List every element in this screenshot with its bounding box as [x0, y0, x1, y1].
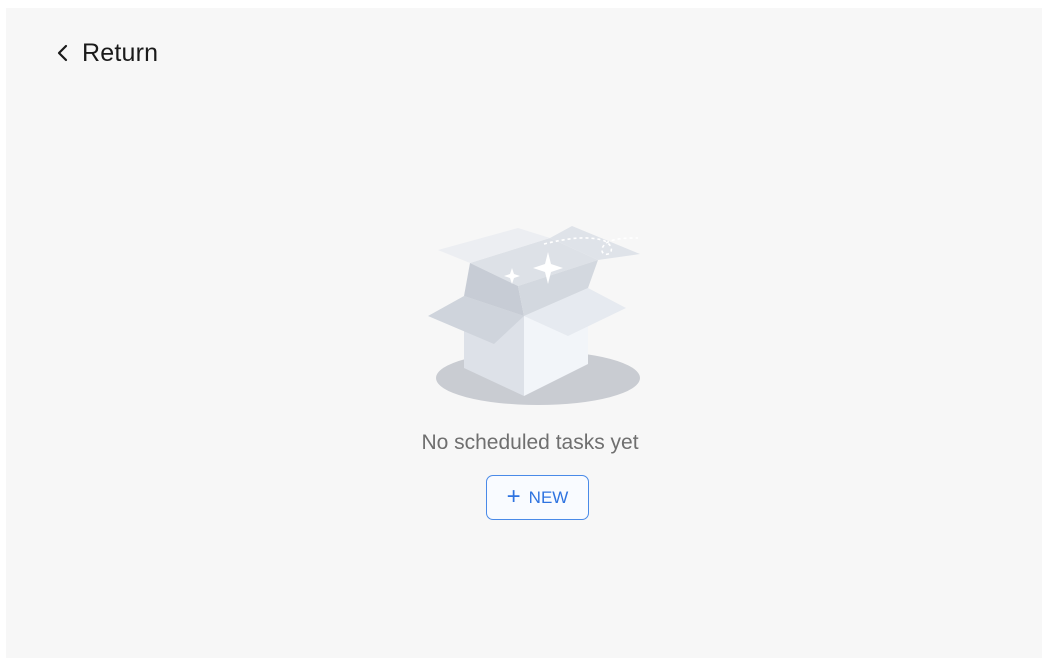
empty-state-message: No scheduled tasks yet [421, 431, 639, 454]
open-box-icon [428, 226, 640, 405]
main-panel: Return No scheduled tasks yet + NEW [6, 8, 1042, 658]
empty-state: No scheduled tasks yet + NEW [6, 8, 1042, 658]
plus-icon: + [506, 482, 521, 510]
new-task-button[interactable]: + NEW [486, 475, 589, 520]
new-button-label: NEW [528, 487, 569, 507]
